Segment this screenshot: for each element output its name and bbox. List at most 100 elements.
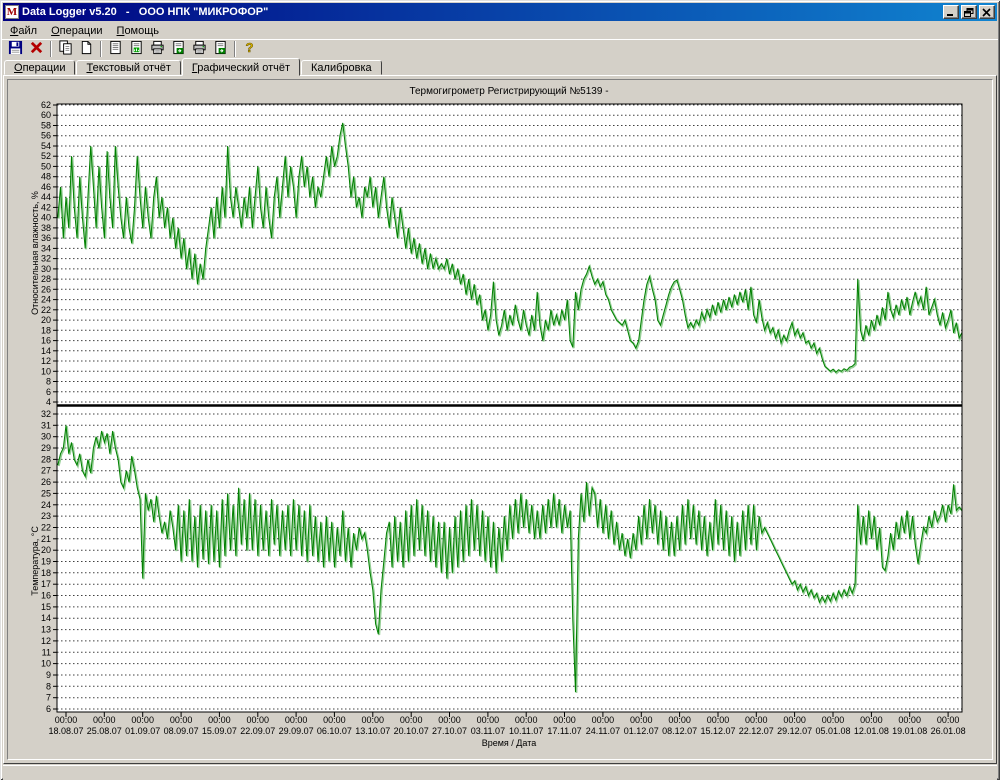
svg-text:17.11.07: 17.11.07	[547, 726, 581, 736]
svg-text:46: 46	[41, 182, 51, 192]
svg-text:01.12.07: 01.12.07	[624, 726, 659, 736]
tab-графический-отчёт[interactable]: Графический отчёт	[182, 58, 300, 76]
svg-text:44: 44	[41, 192, 51, 202]
svg-text:30: 30	[41, 432, 51, 442]
printer-2-button[interactable]	[189, 40, 210, 58]
svg-text:21: 21	[41, 534, 51, 544]
printer-icon	[150, 40, 165, 58]
svg-text:16: 16	[41, 591, 51, 601]
document-chart-icon	[129, 40, 144, 58]
svg-text:24: 24	[41, 295, 51, 305]
svg-text:27: 27	[41, 466, 51, 476]
restore-button[interactable]	[961, 5, 977, 19]
app-window: M Data Logger v5.20 - ООО НПК "МИКРОФОР"	[0, 0, 1000, 780]
svg-text:00:00: 00:00	[93, 715, 116, 725]
svg-text:26.01.08: 26.01.08	[931, 726, 966, 736]
svg-text:22: 22	[41, 523, 51, 533]
tab-bar: ОперацииТекстовый отчётГрафический отчёт…	[2, 57, 998, 75]
tab-операции[interactable]: Операции	[4, 60, 75, 75]
svg-text:25.08.07: 25.08.07	[87, 726, 122, 736]
chart-title: Термогигрометр Регистрирующий №5139 -	[409, 86, 608, 97]
svg-text:18: 18	[41, 568, 51, 578]
save-button[interactable]	[5, 40, 26, 58]
svg-text:8: 8	[46, 377, 51, 387]
svg-text:14: 14	[41, 613, 51, 623]
menu-item-3[interactable]: Помощь	[110, 23, 167, 39]
svg-text:00:00: 00:00	[438, 715, 461, 725]
new-document-button[interactable]	[76, 40, 97, 58]
svg-text:22: 22	[41, 305, 51, 315]
tab-текстовый-отчёт[interactable]: Текстовый отчёт	[76, 60, 180, 75]
svg-text:36: 36	[41, 233, 51, 243]
svg-text:00:00: 00:00	[285, 715, 308, 725]
toolbar: ?	[2, 39, 998, 57]
svg-text:32: 32	[41, 409, 51, 419]
delete-button[interactable]	[26, 40, 47, 58]
document-button[interactable]	[105, 40, 126, 58]
copy-button[interactable]	[55, 40, 76, 58]
svg-text:20: 20	[41, 545, 51, 555]
menu-bar: ФайлОперацииПомощь	[2, 22, 998, 39]
close-button[interactable]	[979, 5, 995, 19]
svg-text:58: 58	[41, 121, 51, 131]
svg-text:06.10.07: 06.10.07	[317, 726, 352, 736]
svg-text:12: 12	[41, 636, 51, 646]
svg-text:24.11.07: 24.11.07	[586, 726, 620, 736]
svg-text:00:00: 00:00	[937, 715, 960, 725]
restore-icon	[964, 8, 974, 17]
menu-item-2[interactable]: Операции	[44, 23, 109, 39]
svg-text:00:00: 00:00	[745, 715, 768, 725]
svg-text:6: 6	[46, 387, 51, 397]
svg-text:00:00: 00:00	[400, 715, 423, 725]
svg-text:00:00: 00:00	[783, 715, 806, 725]
y-axis-title-humidity: Относительная влажность, %	[30, 191, 40, 315]
svg-text:00:00: 00:00	[55, 715, 78, 725]
svg-text:08.12.07: 08.12.07	[662, 726, 697, 736]
svg-text:4: 4	[46, 397, 51, 407]
svg-text:18: 18	[41, 325, 51, 335]
menu-item-1[interactable]: Файл	[3, 23, 44, 39]
svg-text:56: 56	[41, 131, 51, 141]
app-icon: M	[5, 5, 19, 19]
svg-text:12: 12	[41, 356, 51, 366]
svg-text:9: 9	[46, 670, 51, 680]
svg-text:23: 23	[41, 511, 51, 521]
svg-text:7: 7	[46, 693, 51, 703]
svg-text:?: ?	[245, 40, 253, 55]
humidity-tick-labels: 6260585654525048464442403836343230282624…	[41, 100, 51, 407]
svg-text:05.01.08: 05.01.08	[815, 726, 850, 736]
title-bar: M Data Logger v5.20 - ООО НПК "МИКРОФОР"	[3, 3, 997, 21]
printer-1-button[interactable]	[147, 40, 168, 58]
svg-text:54: 54	[41, 141, 51, 151]
document-export-icon	[213, 40, 228, 58]
svg-text:29: 29	[41, 443, 51, 453]
chart[interactable]: Термогигрометр Регистрирующий №5139 - От…	[8, 80, 992, 757]
svg-text:32: 32	[41, 254, 51, 264]
toolbar-separator-3	[234, 41, 236, 57]
document-export-2-button[interactable]	[210, 40, 231, 58]
svg-text:00:00: 00:00	[553, 715, 576, 725]
document-export-1-button[interactable]	[168, 40, 189, 58]
svg-text:00:00: 00:00	[362, 715, 385, 725]
minimize-icon	[946, 8, 956, 17]
svg-text:34: 34	[41, 243, 51, 253]
svg-text:10.11.07: 10.11.07	[509, 726, 543, 736]
svg-text:38: 38	[41, 223, 51, 233]
chart-panel: Термогигрометр Регистрирующий №5139 - От…	[7, 79, 993, 760]
svg-text:28: 28	[41, 454, 51, 464]
svg-text:00:00: 00:00	[515, 715, 538, 725]
minimize-button[interactable]	[943, 5, 959, 19]
delete-icon	[29, 40, 44, 58]
svg-text:48: 48	[41, 172, 51, 182]
svg-text:42: 42	[41, 202, 51, 212]
tab-калибровка[interactable]: Калибровка	[301, 60, 382, 75]
svg-text:13: 13	[41, 625, 51, 635]
svg-text:00:00: 00:00	[630, 715, 653, 725]
help-button[interactable]: ?	[239, 40, 260, 58]
svg-text:17: 17	[41, 579, 51, 589]
svg-text:00:00: 00:00	[822, 715, 845, 725]
svg-text:29.12.07: 29.12.07	[777, 726, 812, 736]
svg-text:30: 30	[41, 264, 51, 274]
document-chart-button[interactable]	[126, 40, 147, 58]
tab-page-graphic-report: Термогигрометр Регистрирующий №5139 - От…	[3, 75, 997, 764]
